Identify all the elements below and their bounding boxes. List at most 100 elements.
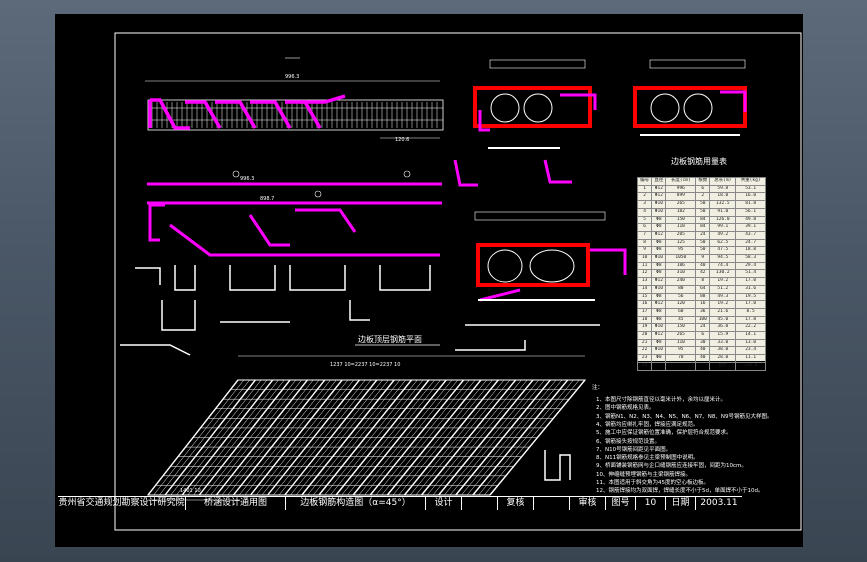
table-cell: 18.0: [709, 192, 737, 202]
table-cell: 56.1: [735, 207, 766, 217]
table-cell: Φ12: [651, 331, 667, 340]
table-cell: Φ10: [651, 346, 667, 356]
stirrup-shapes: [120, 265, 600, 481]
table-cell: 17.8: [735, 315, 766, 325]
table-cell: 240: [665, 277, 697, 286]
table-cell: Φ8: [651, 269, 667, 279]
table-cell: 70: [665, 354, 697, 363]
table-cell: 733.4: [735, 361, 766, 371]
tb-design-sign: [462, 497, 498, 510]
table-cell: 7: [636, 230, 653, 240]
table-cell: 58.3: [735, 254, 766, 263]
tb-date: 2003.11: [700, 498, 738, 508]
table-cell: 40: [695, 354, 711, 363]
table-cell: 22: [636, 346, 653, 356]
table-row: 6 Φ8 118 84 99.1 39.1: [636, 223, 766, 232]
table-cell: 47.5: [709, 246, 737, 256]
table-cell: 100: [695, 315, 711, 325]
table-cell: 88: [695, 292, 711, 302]
note-line: 8、N11钢筋规格参见主梁预制图中说明。: [596, 455, 699, 462]
table-cell: 182: [665, 207, 697, 217]
table-cell: [651, 361, 667, 371]
table-cell: 9: [695, 254, 711, 263]
table-header-cell: 共重(kg): [735, 177, 766, 186]
table-row: 16 Φ12 120 16 19.2 17.0: [636, 300, 766, 309]
table-row: 10 Φ10 1050 9 94.5 58.3: [636, 254, 766, 263]
tb-doc: 桥涵设计通用图: [186, 497, 286, 510]
table-cell: 53.1: [735, 184, 766, 194]
table-cell: 8: [695, 277, 711, 286]
table-row: 24 合计 733.4: [636, 361, 766, 371]
table-cell: 110: [665, 338, 697, 348]
elevation-ticks: [151, 102, 438, 128]
table-cell: 4: [636, 207, 653, 217]
table-cell: 14: [636, 284, 653, 294]
table-cell: 205: [665, 230, 697, 240]
table-row: 2 Φ12 899 2 18.0 16.0: [636, 192, 766, 202]
table-cell: Φ8: [651, 238, 667, 248]
table-cell: 2: [636, 192, 653, 202]
table-cell: 150: [665, 323, 697, 333]
title-block: 贵州省交通规划勘察设计研究院 桥涵设计通用图 边板钢筋构造图（α=45°） 设计…: [58, 496, 742, 510]
table-row: 21 Φ8 110 30 33.0 13.0: [636, 338, 766, 348]
tb-drawing-no: 10: [636, 497, 666, 510]
elevation-diagonal-rebar: [148, 94, 346, 130]
table-cell: 40: [695, 346, 711, 356]
table-cell: Φ10: [651, 200, 667, 209]
table-cell: 20: [636, 331, 653, 340]
table-cell: 310: [665, 269, 697, 279]
tb-sheet-title: 边板钢筋构造图（α=45°）: [286, 497, 426, 510]
table-row: 3 Φ10 265 50 132.5 81.8: [636, 200, 766, 209]
dim-plan-top: 1237 10=2237 10=2237 10: [330, 362, 400, 368]
table-header-cell: 长度(cm): [665, 177, 697, 186]
table-cell: 60: [665, 307, 697, 317]
table-cell: 12: [636, 269, 653, 279]
tb-drawing-no-label: 图号: [606, 497, 636, 510]
table-cell: 186: [665, 261, 697, 271]
table-cell: 74.4: [709, 261, 737, 271]
table-cell: Φ8: [651, 307, 667, 317]
table-cell: Φ12: [651, 230, 667, 240]
table-cell: Φ10: [651, 207, 667, 217]
table-cell: 24: [695, 323, 711, 333]
table-cell: 24: [636, 361, 653, 371]
table-cell: Φ8: [651, 315, 667, 325]
table-cell: 40: [695, 261, 711, 271]
note-line: 2、图中钢筋规格见表。: [596, 405, 655, 412]
table-cell: 150: [665, 215, 697, 225]
table-cell: 56: [665, 292, 697, 302]
cross-section-2: [633, 59, 747, 136]
table-cell: 899: [665, 192, 697, 202]
notes-heading: 注：: [592, 385, 604, 391]
table-header-cell: 编号: [636, 177, 653, 186]
table-cell: 5: [636, 215, 653, 225]
table-cell: 81.8: [735, 200, 766, 209]
table-row: 8 Φ8 125 50 62.5 24.7: [636, 238, 766, 248]
table-cell: 31.6: [735, 284, 766, 294]
bent-rebar-details: [148, 159, 572, 302]
dim-n1: 996.3: [240, 176, 254, 182]
table-cell: 13.0: [735, 338, 766, 348]
table-cell: 21.6: [709, 307, 737, 317]
dim-plan-bottom: 1401 10: [180, 488, 201, 494]
note-line: 7、N10号钢筋间距见平面图。: [596, 446, 672, 453]
note-line: 11、本图适用于斜交角为45度的空心板边板。: [596, 480, 709, 486]
tb-review-sign: [534, 497, 570, 510]
note-line: 12、钢筋焊接均为双面焊，焊缝长度不小于5d，单面焊不小于10d。: [596, 488, 764, 495]
table-cell: 39.1: [735, 223, 766, 232]
table-cell: 14.1: [735, 331, 766, 340]
table-cell: 8.5: [735, 307, 766, 317]
table-cell: 33.0: [709, 338, 737, 348]
table-row: 12 Φ8 310 42 130.2 51.4: [636, 269, 766, 279]
table-cell: 17.0: [735, 300, 766, 309]
table-cell: 18.8: [735, 246, 766, 256]
cross-section-3: [474, 211, 627, 301]
table-cell: 2: [695, 192, 711, 202]
table-cell: 51.2: [709, 284, 737, 294]
elevation-view: 996.3 120.6: [145, 57, 444, 143]
table-cell: 42: [695, 269, 711, 279]
table-cell: Φ10: [651, 323, 667, 333]
table-cell: 36: [695, 307, 711, 317]
table-cell: 22.2: [735, 323, 766, 333]
table-cell: 49.2: [709, 230, 737, 240]
